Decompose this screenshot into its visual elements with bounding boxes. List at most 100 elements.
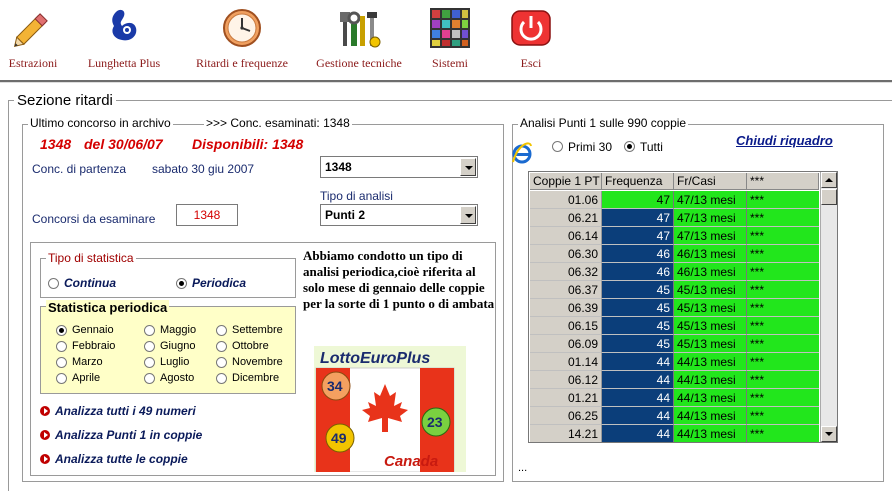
logo-ball-34: 34 <box>327 378 343 394</box>
cell-frcasi: 44/13 mesi <box>674 407 747 425</box>
cell-stars: *** <box>747 263 819 281</box>
start-contest-value: 1348 <box>325 160 352 174</box>
month-radio-febbraio[interactable] <box>56 341 67 352</box>
column-header-pairs[interactable]: Coppie 1 PT <box>530 173 602 190</box>
close-panel-link[interactable]: Chiudi riquadro <box>736 133 833 148</box>
analyze-points-pairs-link[interactable]: Analizza Punti 1 in coppie <box>40 428 202 442</box>
pairs-analysis-title: Analisi Punti 1 sulle 990 coppie <box>518 116 689 130</box>
toolbar: Estrazioni Lunghetta Plus Ritardi e freq… <box>0 0 892 80</box>
cell-frcasi: 47/13 mesi <box>674 191 747 209</box>
toolbar-label: Ritardi e frequenze <box>196 56 288 70</box>
start-contest-combo[interactable]: 1348 <box>320 156 478 178</box>
scroll-thumb[interactable] <box>821 189 837 205</box>
cell-stars: *** <box>747 245 819 263</box>
cell-pair: 14.21 <box>530 425 602 442</box>
month-radio-maggio[interactable] <box>144 325 155 336</box>
archive-group-title: Ultimo concorso in archivo <box>28 116 173 130</box>
analysis-type-combo[interactable]: Punti 2 <box>320 204 478 226</box>
toolbar-gestione-button[interactable]: Gestione tecniche <box>306 0 412 78</box>
toolbar-esci-button[interactable]: Esci <box>506 0 556 78</box>
start-contest-date: sabato 30 giu 2007 <box>152 162 255 176</box>
cell-stars: *** <box>747 389 819 407</box>
pencil-icon <box>13 13 48 48</box>
table-row[interactable]: 06.37 45 45/13 mesi *** <box>530 281 819 299</box>
power-icon <box>511 10 551 46</box>
periodica-radio[interactable] <box>176 278 187 289</box>
table-row[interactable]: 14.21 44 44/13 mesi *** <box>530 425 819 442</box>
cell-pair: 06.14 <box>530 227 602 245</box>
table-scrollbar[interactable] <box>820 172 837 442</box>
analyze-all-pairs-link[interactable]: Analizza tutte le coppie <box>40 452 188 466</box>
month-label: Agosto <box>160 372 195 384</box>
table-row[interactable]: 06.09 45 45/13 mesi *** <box>530 335 819 353</box>
month-radio-novembre[interactable] <box>216 357 227 368</box>
toolbar-sistemi-button[interactable]: Sistemi <box>420 0 480 78</box>
scroll-down-icon[interactable] <box>821 426 837 442</box>
toolbar-label: Gestione tecniche <box>316 56 402 70</box>
month-radio-luglio[interactable] <box>144 357 155 368</box>
chevron-down-icon[interactable] <box>460 158 476 176</box>
cell-frequency: 47 <box>602 227 674 245</box>
month-radio-giugno[interactable] <box>144 341 155 352</box>
table-row[interactable]: 01.06 47 47/13 mesi *** <box>530 191 819 209</box>
continua-label[interactable]: Continua <box>64 276 116 290</box>
arrow-right-icon <box>40 430 50 440</box>
month-radio-ottobre[interactable] <box>216 341 227 352</box>
cell-frequency: 47 <box>602 191 674 209</box>
cell-frequency: 47 <box>602 209 674 227</box>
table-row[interactable]: 01.14 44 44/13 mesi *** <box>530 353 819 371</box>
chevron-down-icon[interactable] <box>460 206 476 224</box>
month-label: Marzo <box>72 356 103 368</box>
logo-subtitle: Canada <box>384 453 438 470</box>
table-row[interactable]: 06.12 44 44/13 mesi *** <box>530 371 819 389</box>
month-radio-aprile[interactable] <box>56 373 67 384</box>
table-row[interactable]: 06.14 47 47/13 mesi *** <box>530 227 819 245</box>
month-label: Gennaio <box>72 324 114 336</box>
panel-footer-ellipsis: ... <box>518 462 528 474</box>
month-radio-agosto[interactable] <box>144 373 155 384</box>
analysis-type-value: Punti 2 <box>325 208 366 222</box>
toolbar-ritardi-button[interactable]: Ritardi e frequenze <box>186 0 298 78</box>
month-radio-settembre[interactable] <box>216 325 227 336</box>
cell-stars: *** <box>747 191 819 209</box>
table-row[interactable]: 06.25 44 44/13 mesi *** <box>530 407 819 425</box>
link-text: Analizza tutti i 49 numeri <box>55 404 196 418</box>
table-row[interactable]: 06.15 45 45/13 mesi *** <box>530 317 819 335</box>
cell-stars: *** <box>747 281 819 299</box>
all-radio[interactable] <box>624 141 635 152</box>
table-row[interactable]: 06.39 45 45/13 mesi *** <box>530 299 819 317</box>
analyze-all-numbers-link[interactable]: Analizza tutti i 49 numeri <box>40 404 196 418</box>
table-row[interactable]: 01.21 44 44/13 mesi *** <box>530 389 819 407</box>
month-label: Ottobre <box>232 340 269 352</box>
cell-frequency: 45 <box>602 317 674 335</box>
cell-pair: 06.12 <box>530 371 602 389</box>
first-30-label: Primi 30 <box>568 140 613 154</box>
cell-frcasi: 47/13 mesi <box>674 227 747 245</box>
grid-icon <box>430 8 470 48</box>
cell-frcasi: 45/13 mesi <box>674 299 747 317</box>
month-radio-marzo[interactable] <box>56 357 67 368</box>
pairs-table[interactable]: Coppie 1 PT Frequenza Fr/Casi *** 01.06 4… <box>528 171 838 443</box>
column-header-frcasi[interactable]: Fr/Casi <box>674 173 747 190</box>
column-header-stars[interactable]: *** <box>747 173 819 190</box>
analysis-type-label: Tipo di analisi <box>320 189 393 203</box>
continua-radio[interactable] <box>48 278 59 289</box>
section-title: Sezione ritardi <box>14 92 116 109</box>
table-row[interactable]: 06.30 46 46/13 mesi *** <box>530 245 819 263</box>
last-contest-date: del 30/06/07 <box>84 136 163 152</box>
cell-frequency: 44 <box>602 425 674 442</box>
month-label: Dicembre <box>232 372 280 384</box>
column-header-frequency[interactable]: Frequenza <box>602 173 674 190</box>
cell-frequency: 46 <box>602 245 674 263</box>
table-row[interactable]: 06.32 46 46/13 mesi *** <box>530 263 819 281</box>
table-row[interactable]: 06.21 47 47/13 mesi *** <box>530 209 819 227</box>
contests-to-examine-input[interactable]: 1348 <box>176 204 238 226</box>
first-30-radio[interactable] <box>552 141 563 152</box>
toolbar-estrazioni-button[interactable]: Estrazioni <box>0 0 66 78</box>
month-radio-gennaio[interactable] <box>56 325 67 336</box>
scroll-up-icon[interactable] <box>821 172 837 188</box>
month-radio-dicembre[interactable] <box>216 373 227 384</box>
periodica-label[interactable]: Periodica <box>192 276 246 290</box>
toolbar-lunghetta-button[interactable]: Lunghetta Plus <box>80 0 168 78</box>
clock-icon <box>223 9 261 47</box>
